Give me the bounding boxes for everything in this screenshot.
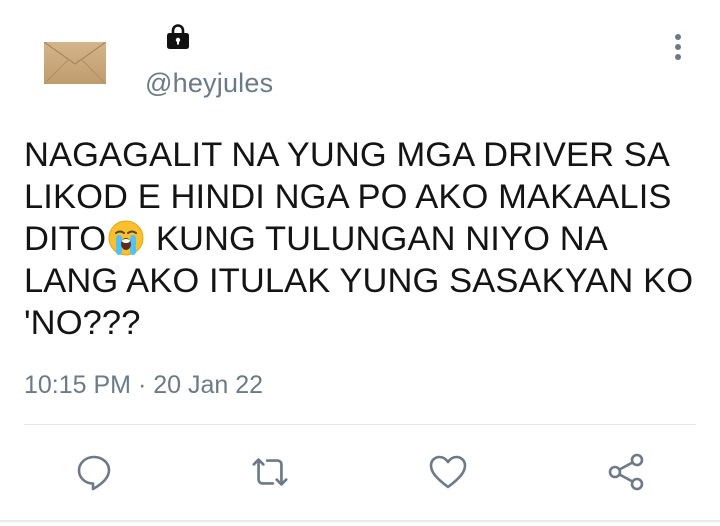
bottom-divider bbox=[0, 520, 720, 522]
reply-button[interactable] bbox=[74, 452, 114, 492]
share-button[interactable] bbox=[606, 452, 646, 492]
share-icon bbox=[608, 453, 644, 491]
more-vertical-icon[interactable] bbox=[668, 32, 688, 62]
divider bbox=[24, 424, 696, 425]
retweet-button[interactable] bbox=[250, 452, 290, 492]
tweet-card: @heyjules NAGAGALIT NA YUNG MGA DRIVER S… bbox=[0, 0, 720, 526]
retweet-icon bbox=[252, 458, 288, 486]
lock-icon bbox=[164, 22, 192, 50]
like-button[interactable] bbox=[428, 452, 468, 492]
reply-icon bbox=[77, 455, 111, 491]
envelope-icon bbox=[43, 41, 107, 85]
user-handle[interactable]: @heyjules bbox=[145, 68, 273, 99]
tweet-text: NAGAGALIT NA YUNG MGA DRIVER SA LIKOD E … bbox=[24, 134, 704, 344]
avatar[interactable] bbox=[43, 41, 107, 85]
tweet-timestamp[interactable]: 10:15 PM · 20 Jan 22 bbox=[24, 371, 263, 400]
heart-icon bbox=[429, 455, 467, 489]
loudly-crying-face-icon bbox=[108, 220, 144, 256]
